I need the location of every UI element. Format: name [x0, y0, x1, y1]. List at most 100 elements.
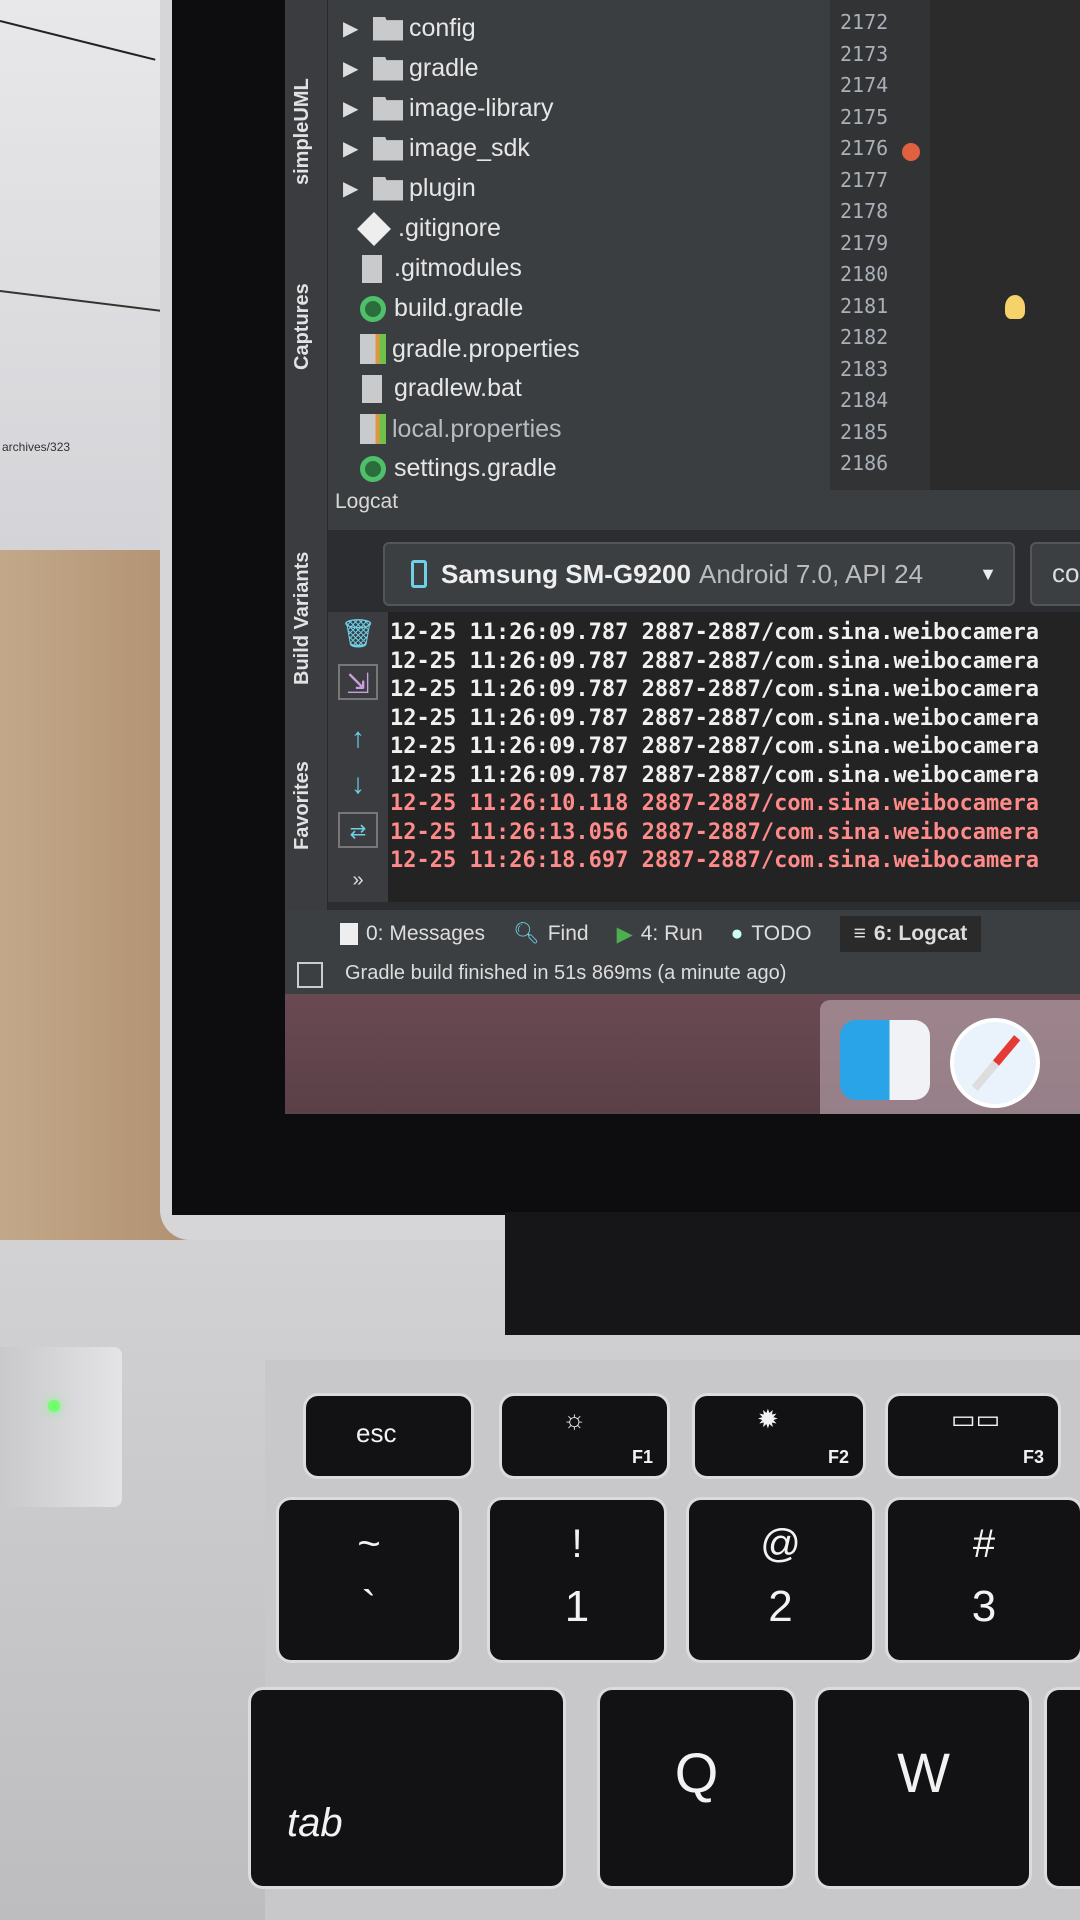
- tree-item-label: gradle: [409, 54, 479, 82]
- breakpoint-icon[interactable]: [902, 143, 920, 161]
- logcat-toolbar: 🗑 ⇲ ↑ ↓ ⇄ »: [328, 612, 388, 902]
- chevron-down-icon: ▼: [979, 563, 997, 584]
- chevron-right-icon[interactable]: ▶: [328, 96, 373, 121]
- tree-item-label: build.gradle: [394, 294, 524, 322]
- chevron-right-icon[interactable]: ▶: [328, 176, 373, 201]
- line-number: 2177: [840, 167, 889, 192]
- tree-item-localproperties[interactable]: local.properties: [358, 414, 562, 444]
- key-w[interactable]: W: [818, 1690, 1029, 1886]
- side-tab-build-variants[interactable]: Build Variants: [291, 552, 314, 685]
- folder-icon: [373, 56, 403, 81]
- side-tab-favorites[interactable]: Favorites: [291, 761, 314, 850]
- log-line[interactable]: 12-25 11:26:09.787 2887-2887/com.sina.we…: [390, 706, 1039, 731]
- line-number: 2181: [840, 293, 889, 318]
- chevron-right-icon[interactable]: ▶: [328, 56, 373, 81]
- line-number: 2172: [840, 10, 889, 34]
- props-icon: [360, 334, 386, 364]
- key-f3[interactable]: ▭▭ F3: [888, 1396, 1058, 1476]
- tree-item-buildgradle[interactable]: build.gradle: [358, 294, 523, 323]
- chevron-right-icon[interactable]: ▶: [328, 16, 373, 41]
- line-number: 2179: [840, 230, 889, 255]
- lightbulb-icon[interactable]: [1005, 295, 1025, 319]
- tree-item-gradlewbat[interactable]: gradlew.bat: [358, 374, 522, 403]
- key-f1[interactable]: ☼ F1: [502, 1396, 667, 1476]
- more-icon[interactable]: »: [338, 862, 378, 898]
- finder-icon[interactable]: [840, 1020, 930, 1100]
- soft-wrap-icon[interactable]: ⇄: [338, 812, 378, 848]
- log-line[interactable]: 12-25 11:26:18.697 2887-2887/com.sina.we…: [390, 848, 1039, 873]
- arrow-down-icon[interactable]: ↓: [338, 766, 378, 802]
- arrow-up-icon[interactable]: ↑: [338, 720, 378, 756]
- tree-item-imagelibrary[interactable]: ▶ image-library: [328, 94, 553, 123]
- charging-led: [48, 1400, 60, 1412]
- tree-item-label: image-library: [409, 94, 554, 122]
- tab-find[interactable]: 🔍︎ Find: [513, 922, 589, 946]
- key-e-partial[interactable]: [1047, 1690, 1080, 1886]
- log-line[interactable]: 12-25 11:26:13.056 2887-2887/com.sina.we…: [390, 820, 1039, 845]
- tab-messages[interactable]: 0: Messages: [340, 922, 485, 946]
- project-tree: ▶ config ▶ gradle ▶ image-library ▶ image_sdk ▶ p…: [328, 0, 830, 490]
- tree-item-gitignore[interactable]: .gitignore: [357, 211, 501, 246]
- tree-item-plugin[interactable]: ▶ plugin: [328, 174, 476, 203]
- log-line[interactable]: 12-25 11:26:09.787 2887-2887/com.sina.we…: [390, 620, 1039, 645]
- log-line[interactable]: 12-25 11:26:09.787 2887-2887/com.sina.we…: [390, 734, 1039, 759]
- doc-icon: [362, 254, 382, 283]
- side-tab-simpleuml[interactable]: simpleUML: [291, 78, 314, 185]
- folder-icon: [373, 16, 403, 41]
- log-line[interactable]: 12-25 11:26:09.787 2887-2887/com.sina.we…: [390, 763, 1039, 788]
- tree-item-gitmodules[interactable]: .gitmodules: [358, 254, 522, 283]
- process-dropdown[interactable]: co: [1030, 542, 1080, 606]
- phone-icon: [411, 560, 427, 588]
- doc-icon: [362, 374, 382, 403]
- key-3[interactable]: #3: [888, 1500, 1080, 1660]
- tab-run[interactable]: ▶ 4: Run: [617, 922, 703, 947]
- scroll-to-end-icon[interactable]: ⇲: [338, 664, 378, 700]
- key-label-shift: #: [972, 1522, 996, 1566]
- screen: simpleUML Captures Build Variants Favori…: [285, 0, 1080, 1114]
- safari-icon[interactable]: [950, 1018, 1040, 1108]
- chevron-right-icon[interactable]: ▶: [328, 136, 373, 161]
- key-esc[interactable]: esc: [306, 1396, 471, 1476]
- device-dropdown[interactable]: Samsung SM-G9200 Android 7.0, API 24 ▼: [383, 542, 1015, 606]
- key-`[interactable]: ~ `: [279, 1500, 459, 1660]
- tree-item-gradleproperties[interactable]: gradle.properties: [358, 334, 580, 364]
- key-tab[interactable]: tab: [251, 1690, 563, 1886]
- tree-item-label: plugin: [409, 174, 476, 202]
- key-label: Q: [674, 1741, 719, 1804]
- log-line[interactable]: 12-25 11:26:09.787 2887-2887/com.sina.we…: [390, 649, 1039, 674]
- tree-item-gradle[interactable]: ▶ gradle: [328, 54, 479, 83]
- tree-item-label: .gitignore: [398, 214, 501, 242]
- key-label: tab: [287, 1801, 343, 1845]
- key-q[interactable]: Q: [600, 1690, 793, 1886]
- tab-label: 4: Run: [640, 922, 703, 945]
- logcat-output[interactable]: 12-25 11:26:09.787 2887-2887/com.sina.we…: [388, 612, 1080, 902]
- side-tab-captures[interactable]: Captures: [291, 283, 314, 370]
- folder-icon: [373, 96, 403, 121]
- key-1[interactable]: ! 1: [490, 1500, 664, 1660]
- tree-item-image_sdk[interactable]: ▶ image_sdk: [328, 134, 530, 163]
- tab-logcat[interactable]: ≡ 6: Logcat: [839, 916, 982, 952]
- logcat-title: Logcat: [335, 490, 399, 513]
- line-number: 2176: [840, 136, 889, 160]
- key-2[interactable]: @2: [689, 1500, 872, 1660]
- tool-windows-toggle-icon[interactable]: [297, 962, 323, 988]
- tree-item-label: image_sdk: [409, 134, 530, 162]
- line-number: 2186: [840, 451, 889, 475]
- log-line[interactable]: 12-25 11:26:09.787 2887-2887/com.sina.we…: [390, 677, 1039, 702]
- tab-todo[interactable]: ● TODO: [731, 922, 812, 946]
- key-label: 3: [971, 1582, 997, 1631]
- gradle-icon: [360, 295, 386, 322]
- key-label: esc: [356, 1418, 397, 1448]
- log-line[interactable]: 12-25 11:26:10.118 2887-2887/com.sina.we…: [390, 791, 1039, 816]
- tab-label: 6: Logcat: [873, 922, 968, 945]
- tree-item-config[interactable]: ▶ config: [328, 14, 476, 43]
- tab-label: Find: [547, 922, 589, 945]
- trash-icon[interactable]: 🗑: [338, 616, 378, 652]
- brightness-down-icon: ☼: [562, 1404, 587, 1434]
- editor-area[interactable]: [930, 0, 1080, 490]
- line-number: 2184: [840, 388, 889, 412]
- tree-item-label: gradlew.bat: [394, 374, 522, 402]
- tree-item-label: local.properties: [392, 414, 562, 443]
- key-f2[interactable]: ✹ F2: [695, 1396, 863, 1476]
- tree-item-settingsgradle[interactable]: settings.gradle: [358, 454, 557, 483]
